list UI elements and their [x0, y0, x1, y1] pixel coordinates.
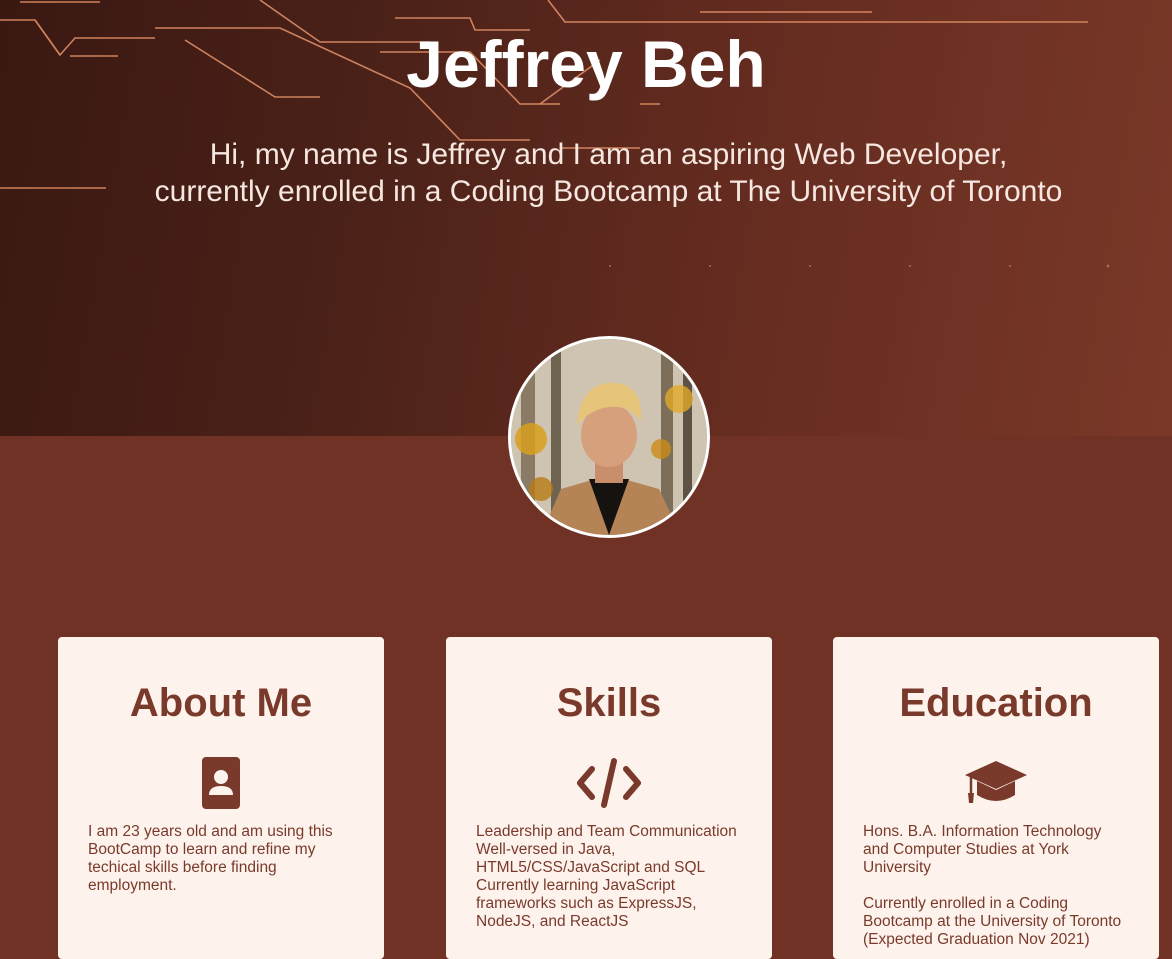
contact-card-icon [58, 755, 384, 811]
education-line-1: Hons. B.A. Information Technology and Co… [863, 823, 1102, 876]
about-me-heading: About Me [129, 681, 313, 725]
skills-card: Skills Leadership and Team Communication… [446, 637, 772, 959]
intro-line-1: Hi, my name is Jeffrey and I am an aspir… [209, 138, 1008, 171]
education-heading: Education [899, 681, 1093, 725]
code-icon [446, 755, 772, 811]
skills-line-3: Currently learning JavaScript frameworks… [476, 877, 697, 930]
page-title: Jeffrey Beh [406, 27, 766, 101]
about-me-card: About Me I am 23 years old and am using … [58, 637, 384, 959]
about-me-text: I am 23 years old and am using this Boot… [88, 823, 333, 894]
intro-text: Hi, my name is Jeffrey and I am an aspir… [80, 136, 1137, 210]
skills-line-1: Leadership and Team Communication [476, 823, 737, 840]
intro-line-2: currently enrolled in a Coding Bootcamp … [154, 175, 1063, 208]
education-spacer [863, 877, 1131, 895]
profile-photo-illustration [511, 339, 707, 535]
graduation-cap-icon [833, 755, 1159, 811]
profile-photo [508, 336, 710, 538]
skills-line-2: Well-versed in Java, HTML5/CSS/JavaScrip… [476, 841, 706, 876]
education-card: Education Hons. B.A. Information Technol… [833, 637, 1159, 959]
skills-text: Leadership and Team Communication Well-v… [476, 823, 744, 931]
education-text: Hons. B.A. Information Technology and Co… [863, 823, 1131, 949]
education-line-2: Currently enrolled in a Coding Bootcamp … [863, 895, 1122, 948]
skills-heading: Skills [556, 681, 662, 725]
